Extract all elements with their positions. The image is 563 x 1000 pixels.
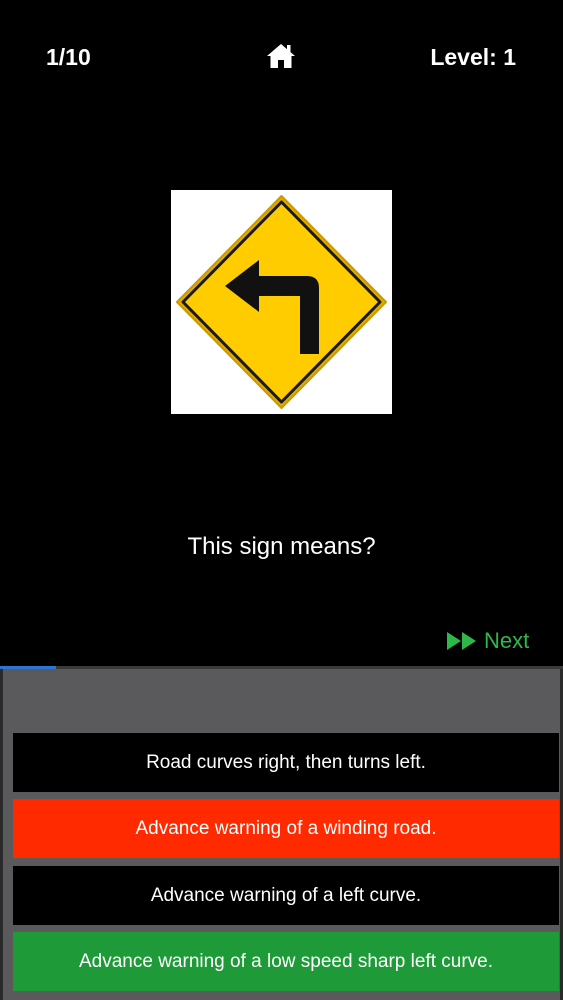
sign-image	[171, 190, 392, 414]
answers-panel: Road curves right, then turns left. Adva…	[0, 669, 563, 1000]
left-turn-warning-sign-icon	[176, 195, 387, 409]
top-bar: 1/10 Level: 1	[0, 36, 563, 76]
question-text: This sign means?	[187, 533, 376, 560]
answer-option-3[interactable]: Advance warning of a left curve.	[13, 866, 559, 925]
answer-label: Road curves right, then turns left.	[146, 751, 426, 773]
next-label: Next	[484, 628, 530, 653]
next-button[interactable]: Next	[446, 626, 529, 656]
answer-option-4[interactable]: Advance warning of a low speed sharp lef…	[13, 932, 559, 991]
answer-label: Advance warning of a left curve.	[150, 884, 422, 906]
fast-forward-icon	[447, 632, 476, 650]
answer-option-2[interactable]: Advance warning of a winding road.	[13, 799, 559, 858]
answer-label: Advance warning of a winding road.	[135, 817, 437, 839]
home-icon[interactable]	[266, 42, 296, 70]
level-indicator: Level: 1	[430, 44, 516, 70]
question-counter: 1/10	[46, 44, 91, 70]
answer-label: Advance warning of a low speed sharp lef…	[78, 950, 493, 972]
answer-option-1[interactable]: Road curves right, then turns left.	[13, 733, 559, 792]
